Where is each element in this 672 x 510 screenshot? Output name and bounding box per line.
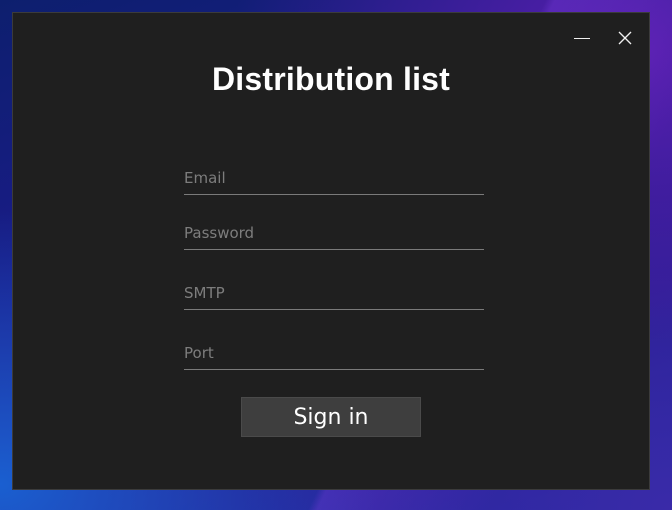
email-field [184,164,484,195]
close-icon [618,31,632,45]
sign-in-button[interactable]: Sign in [241,397,421,437]
login-window: Distribution list Sign in [12,12,650,490]
port-input[interactable] [184,339,484,367]
smtp-field [184,279,484,310]
smtp-input[interactable] [184,279,484,307]
password-field [184,219,484,250]
password-input[interactable] [184,219,484,247]
minimize-button[interactable] [566,27,596,51]
page-title: Distribution list [211,61,451,97]
port-field [184,339,484,370]
email-input[interactable] [184,164,484,192]
close-button[interactable] [610,27,640,51]
